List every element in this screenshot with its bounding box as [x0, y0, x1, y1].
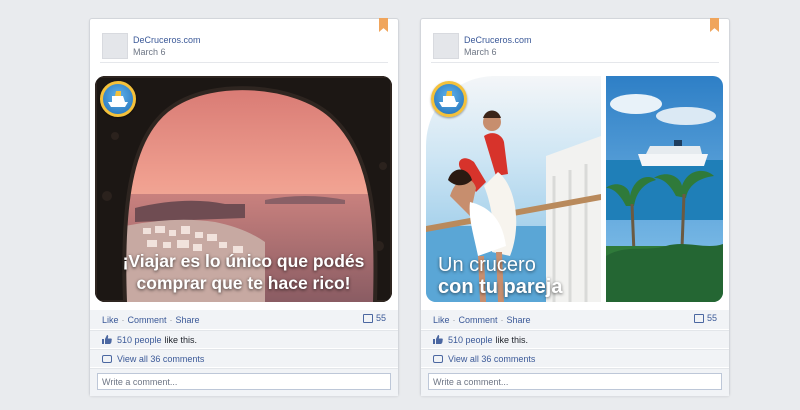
separator: · [500, 314, 504, 325]
comment-link[interactable]: Comment [459, 315, 498, 325]
cruise-logo [431, 81, 467, 117]
post-image-caption: Un crucero con tu pareja [438, 254, 562, 298]
caption-line-2: con tu pareja [438, 276, 563, 298]
post-actions: Like · Comment · Share 55 [90, 310, 398, 329]
likes-suffix: like this. [164, 334, 198, 345]
avatar[interactable] [433, 33, 459, 59]
separator: · [169, 314, 173, 325]
view-all-comments-link[interactable]: View all 36 comments [448, 354, 535, 364]
like-thumb-icon [433, 335, 443, 344]
comment-link[interactable]: Comment [128, 315, 167, 325]
view-comments-row: View all 36 comments [90, 349, 398, 367]
caption-line-1: ¡Viajar es lo único que podés [122, 251, 365, 271]
post-date[interactable]: March 6 [464, 46, 532, 58]
avatar[interactable] [102, 33, 128, 59]
comment-composer [421, 368, 729, 396]
post-card-2: DeCruceros.com March 6 Un crucero con tu… [420, 18, 730, 396]
like-link[interactable]: Like [433, 315, 450, 325]
divider [431, 62, 719, 63]
share-link[interactable]: Share [507, 315, 531, 325]
post-header: DeCruceros.com March 6 [433, 33, 532, 59]
comments-bubble-icon [433, 354, 443, 363]
comment-count-value: 55 [706, 313, 717, 323]
share-link[interactable]: Share [176, 315, 200, 325]
post-meta: DeCruceros.com March 6 [464, 34, 532, 58]
post-image[interactable]: ¡Viajar es lo único que podés comprar qu… [95, 76, 392, 302]
likes-row: 510 people like this. [90, 330, 398, 348]
caption-line-2: comprar que te hace rico! [136, 273, 351, 293]
post-header: DeCruceros.com March 6 [102, 33, 201, 59]
like-thumb-icon [102, 335, 112, 344]
likes-row: 510 people like this. [421, 330, 729, 348]
post-meta: DeCruceros.com March 6 [133, 34, 201, 58]
likes-suffix: like this. [495, 334, 529, 345]
bookmark-icon[interactable] [379, 18, 388, 32]
likes-count-link[interactable]: 510 people [448, 335, 493, 345]
view-comments-row: View all 36 comments [421, 349, 729, 367]
bookmark-icon[interactable] [710, 18, 719, 32]
caption-line-1: Un crucero [438, 254, 536, 276]
post-card-1: DeCruceros.com March 6 ¡Viajar es lo úni… [89, 18, 399, 396]
comment-count[interactable]: 55 [362, 313, 386, 323]
cruise-ship-photo [606, 76, 723, 302]
comment-input[interactable] [428, 373, 722, 390]
post-actions: Like · Comment · Share 55 [421, 310, 729, 329]
cruise-logo [100, 81, 136, 117]
likes-count-link[interactable]: 510 people [117, 335, 162, 345]
separator: · [121, 314, 125, 325]
comments-bubble-icon [102, 354, 112, 363]
comment-count-value: 55 [375, 313, 386, 323]
separator: · [452, 314, 456, 325]
comment-count-icon [362, 313, 373, 323]
view-all-comments-link[interactable]: View all 36 comments [117, 354, 204, 364]
like-link[interactable]: Like [102, 315, 119, 325]
comment-count[interactable]: 55 [693, 313, 717, 323]
page-name-link[interactable]: DeCruceros.com [133, 34, 201, 46]
comment-input[interactable] [97, 373, 391, 390]
comment-count-icon [693, 313, 704, 323]
divider [100, 62, 388, 63]
post-date[interactable]: March 6 [133, 46, 201, 58]
post-image-caption: ¡Viajar es lo único que podés comprar qu… [95, 250, 392, 294]
page-name-link[interactable]: DeCruceros.com [464, 34, 532, 46]
comment-composer [90, 368, 398, 396]
post-image[interactable]: Un crucero con tu pareja [426, 76, 723, 302]
